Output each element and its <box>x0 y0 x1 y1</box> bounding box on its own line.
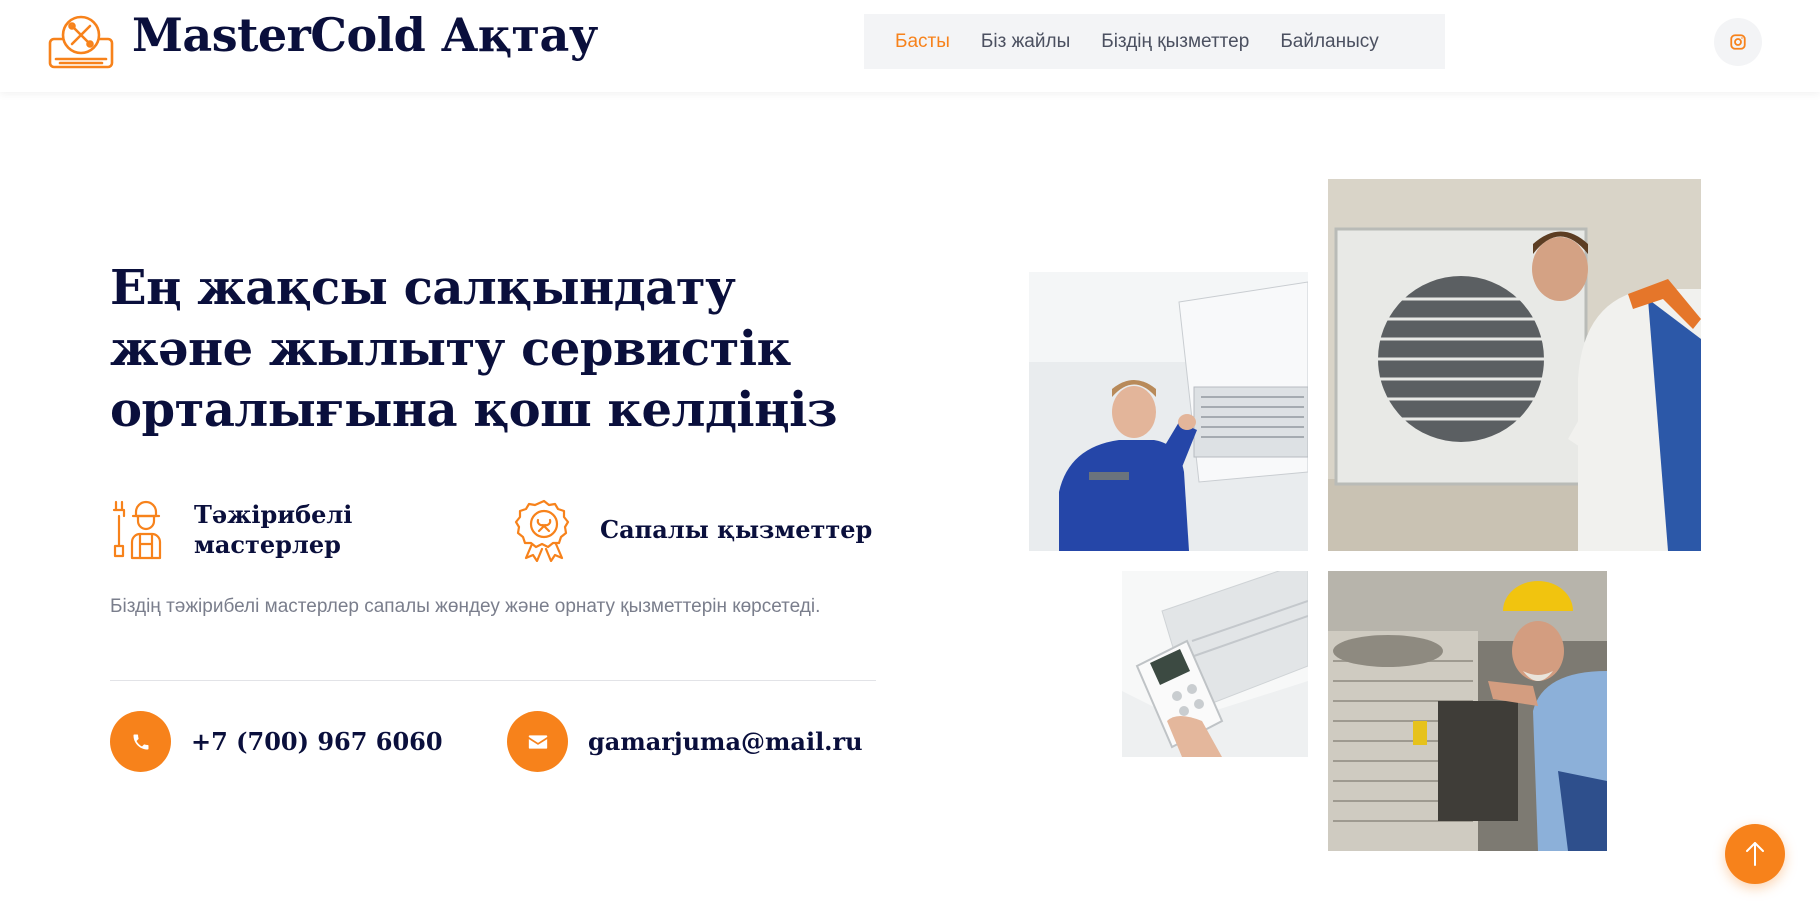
divider <box>110 680 876 681</box>
arrow-up-icon <box>1746 842 1764 866</box>
site-header: MasterCold Ақтау Басты Біз жайлы Біздің … <box>0 0 1820 92</box>
main-nav: Басты Біз жайлы Біздің қызметтер Байланы… <box>864 14 1445 69</box>
envelope-icon <box>528 734 547 749</box>
feature-label: Сапалы қызметтер <box>600 515 873 544</box>
photo-technician-condenser <box>1328 571 1607 851</box>
phone-number[interactable]: +7 (700) 967 6060 <box>191 727 443 756</box>
ac-repair-icon[interactable] <box>48 15 114 71</box>
feature-label: Тәжірибелі мастерлер <box>194 500 353 559</box>
photo-technician-outdoor-unit <box>1328 179 1701 551</box>
email-address[interactable]: gamarjuma@mail.ru <box>588 727 863 756</box>
quality-badge-icon <box>514 499 570 562</box>
nav-item-contact[interactable]: Байланысу <box>1280 31 1378 53</box>
phone-icon <box>133 734 148 749</box>
photo-remote-control <box>1122 571 1308 757</box>
email-button[interactable] <box>507 711 568 772</box>
hero-title: Ең жақсы салқындату және жылыту сервисті… <box>110 260 838 438</box>
feature-quality-services: Сапалы қызметтер <box>512 498 872 562</box>
nav-item-home[interactable]: Басты <box>895 31 950 53</box>
instagram-icon <box>1730 34 1746 50</box>
feature-experienced-masters: Тәжірибелі мастерлер <box>110 498 364 562</box>
phone-button[interactable] <box>110 711 171 772</box>
nav-item-about[interactable]: Біз жайлы <box>981 31 1070 53</box>
nav-item-services[interactable]: Біздің қызметтер <box>1101 31 1249 53</box>
scroll-to-top-button[interactable] <box>1725 824 1785 884</box>
site-logo-text[interactable]: MasterCold Ақтау <box>132 8 598 62</box>
hero-description: Біздің тәжірибелі мастерлер сапалы жөнде… <box>110 596 821 617</box>
contact-phone[interactable]: +7 (700) 967 6060 <box>110 711 443 772</box>
instagram-button[interactable] <box>1714 18 1762 66</box>
photo-technician-indoor-unit <box>1029 272 1308 551</box>
technician-icon <box>112 500 162 560</box>
contact-email[interactable]: gamarjuma@mail.ru <box>507 711 863 772</box>
